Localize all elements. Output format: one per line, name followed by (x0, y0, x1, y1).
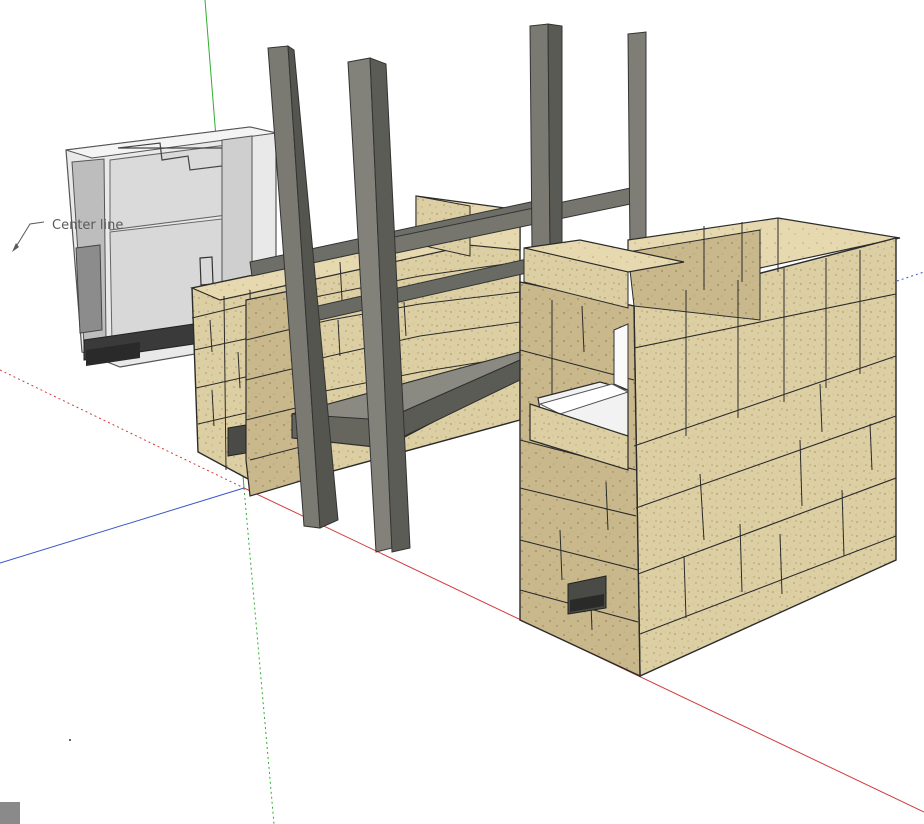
center-line-label: Center line (52, 218, 123, 233)
model-viewport[interactable]: Center line (0, 0, 924, 824)
steel-post-back-right-2[interactable] (627, 31, 647, 253)
blue-axis (0, 487, 245, 564)
green-axis-dotted (243, 487, 275, 824)
stray-mark (69, 739, 71, 741)
right-brick-block[interactable] (519, 217, 901, 678)
steel-post-back-right-1[interactable] (529, 23, 551, 251)
model-info-tab-icon[interactable] (0, 802, 20, 824)
leader-arrow-icon (13, 221, 45, 251)
scene-canvas[interactable]: Center line (0, 0, 924, 824)
